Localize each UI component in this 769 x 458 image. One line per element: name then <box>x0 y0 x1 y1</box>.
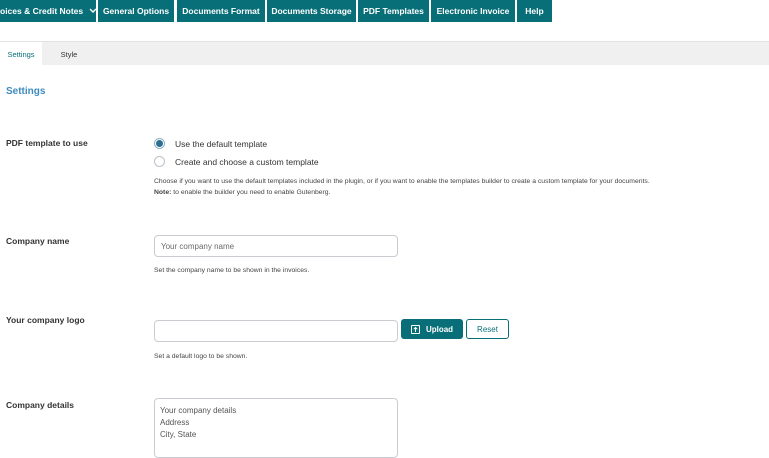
top-navigation: oices & Credit Notes General Options Doc… <box>0 0 769 22</box>
note-line: Note: to enable the builder you need to … <box>154 187 650 198</box>
subtab-style[interactable]: Style <box>50 42 88 66</box>
sub-tab-bar: Settings Style <box>0 41 769 66</box>
radio-unchecked-icon[interactable] <box>154 156 165 167</box>
company-logo-input[interactable] <box>154 320 398 342</box>
tab-label: oices & Credit Notes <box>0 6 84 16</box>
note-prefix: Note: <box>154 189 172 196</box>
chevron-down-icon <box>89 6 97 16</box>
upload-icon <box>410 324 420 334</box>
tab-label: Electronic Invoice <box>436 6 510 16</box>
tab-documents-format[interactable]: Documents Format <box>177 0 265 22</box>
tab-label: Documents Format <box>182 6 260 16</box>
radio-checked-icon[interactable] <box>154 138 165 149</box>
tab-documents-storage[interactable]: Documents Storage <box>267 0 356 22</box>
upload-button[interactable]: Upload <box>401 319 463 339</box>
tab-electronic-invoice[interactable]: Electronic Invoice <box>431 0 515 22</box>
tab-label: General Options <box>102 6 170 16</box>
tab-label: Help <box>525 6 544 16</box>
company-name-description: Set the company name to be shown in the … <box>154 267 310 274</box>
company-name-input[interactable] <box>154 235 398 257</box>
radio-label: Create and choose a custom template <box>175 156 319 167</box>
top-spacer <box>0 22 769 41</box>
tab-general-options[interactable]: General Options <box>98 0 174 22</box>
company-logo-label: Your company logo <box>6 315 85 325</box>
upload-label: Upload <box>425 324 454 334</box>
pdf-template-label: PDF template to use <box>6 138 88 148</box>
subtab-label: Style <box>60 49 78 59</box>
company-logo-description: Set a default logo to be shown. <box>154 353 248 360</box>
subtab-settings[interactable]: Settings <box>0 42 42 66</box>
company-name-label: Company name <box>6 236 70 246</box>
tab-help[interactable]: Help <box>517 0 552 22</box>
tab-pdf-templates[interactable]: PDF Templates <box>358 0 429 22</box>
company-details-textarea[interactable] <box>154 398 398 458</box>
radio-custom-template[interactable]: Create and choose a custom template <box>154 156 319 167</box>
tab-label: PDF Templates <box>363 6 424 16</box>
description-text: Choose if you want to use the default te… <box>154 178 650 185</box>
company-details-label: Company details <box>6 400 75 410</box>
radio-label: Use the default template <box>175 138 268 149</box>
reset-button[interactable]: Reset <box>466 319 509 339</box>
subtab-label: Settings <box>7 49 35 59</box>
radio-default-template[interactable]: Use the default template <box>154 138 267 149</box>
pdf-template-description: Choose if you want to use the default te… <box>154 176 650 198</box>
section-title: Settings <box>6 86 46 97</box>
tab-invoices-credit-notes[interactable]: oices & Credit Notes <box>0 0 97 22</box>
tab-label: Documents Storage <box>271 6 352 16</box>
note-text: to enable the builder you need to enable… <box>171 189 331 196</box>
